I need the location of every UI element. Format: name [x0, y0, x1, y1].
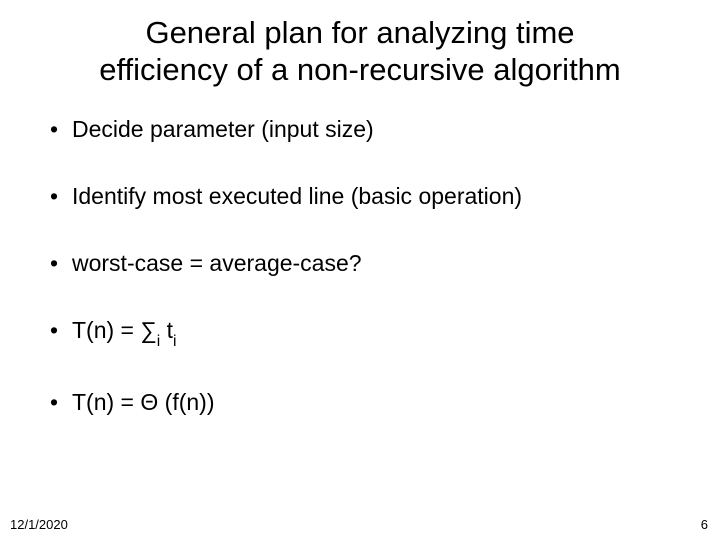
bullet-icon: •	[50, 389, 72, 416]
formula-part: T(n) =	[72, 317, 140, 343]
list-item: • T(n) = Θ (f(n))	[50, 389, 690, 416]
bullet-icon: •	[50, 183, 72, 210]
list-item: • T(n) = ∑i ti	[50, 317, 690, 349]
footer-date: 12/1/2020	[10, 517, 68, 532]
title-line-1: General plan for analyzing time	[145, 15, 574, 50]
formula-part: (f(n))	[158, 389, 214, 415]
bullet-icon: •	[50, 116, 72, 143]
bullet-icon: •	[50, 317, 72, 344]
slide: General plan for analyzing time efficien…	[0, 0, 720, 540]
list-item: • worst-case = average-case?	[50, 250, 690, 277]
footer-page-number: 6	[701, 517, 708, 532]
bullet-text-formula: T(n) = Θ (f(n))	[72, 389, 690, 416]
sigma-icon: ∑	[140, 317, 156, 343]
bullet-text: Decide parameter (input size)	[72, 116, 690, 143]
bullet-text-formula: T(n) = ∑i ti	[72, 317, 690, 349]
formula-part: T(n) =	[72, 389, 140, 415]
title-line-2: efficiency of a non-recursive algorithm	[99, 52, 621, 87]
bullet-text: worst-case = average-case?	[72, 250, 690, 277]
subscript: i	[173, 333, 176, 350]
list-item: • Decide parameter (input size)	[50, 116, 690, 143]
formula-part: t	[160, 317, 173, 343]
theta-icon: Θ	[140, 389, 158, 415]
bullet-list: • Decide parameter (input size) • Identi…	[0, 88, 720, 416]
subscript: i	[157, 333, 160, 350]
bullet-icon: •	[50, 250, 72, 277]
slide-title: General plan for analyzing time efficien…	[0, 0, 720, 88]
bullet-text: Identify most executed line (basic opera…	[72, 183, 690, 210]
list-item: • Identify most executed line (basic ope…	[50, 183, 690, 210]
